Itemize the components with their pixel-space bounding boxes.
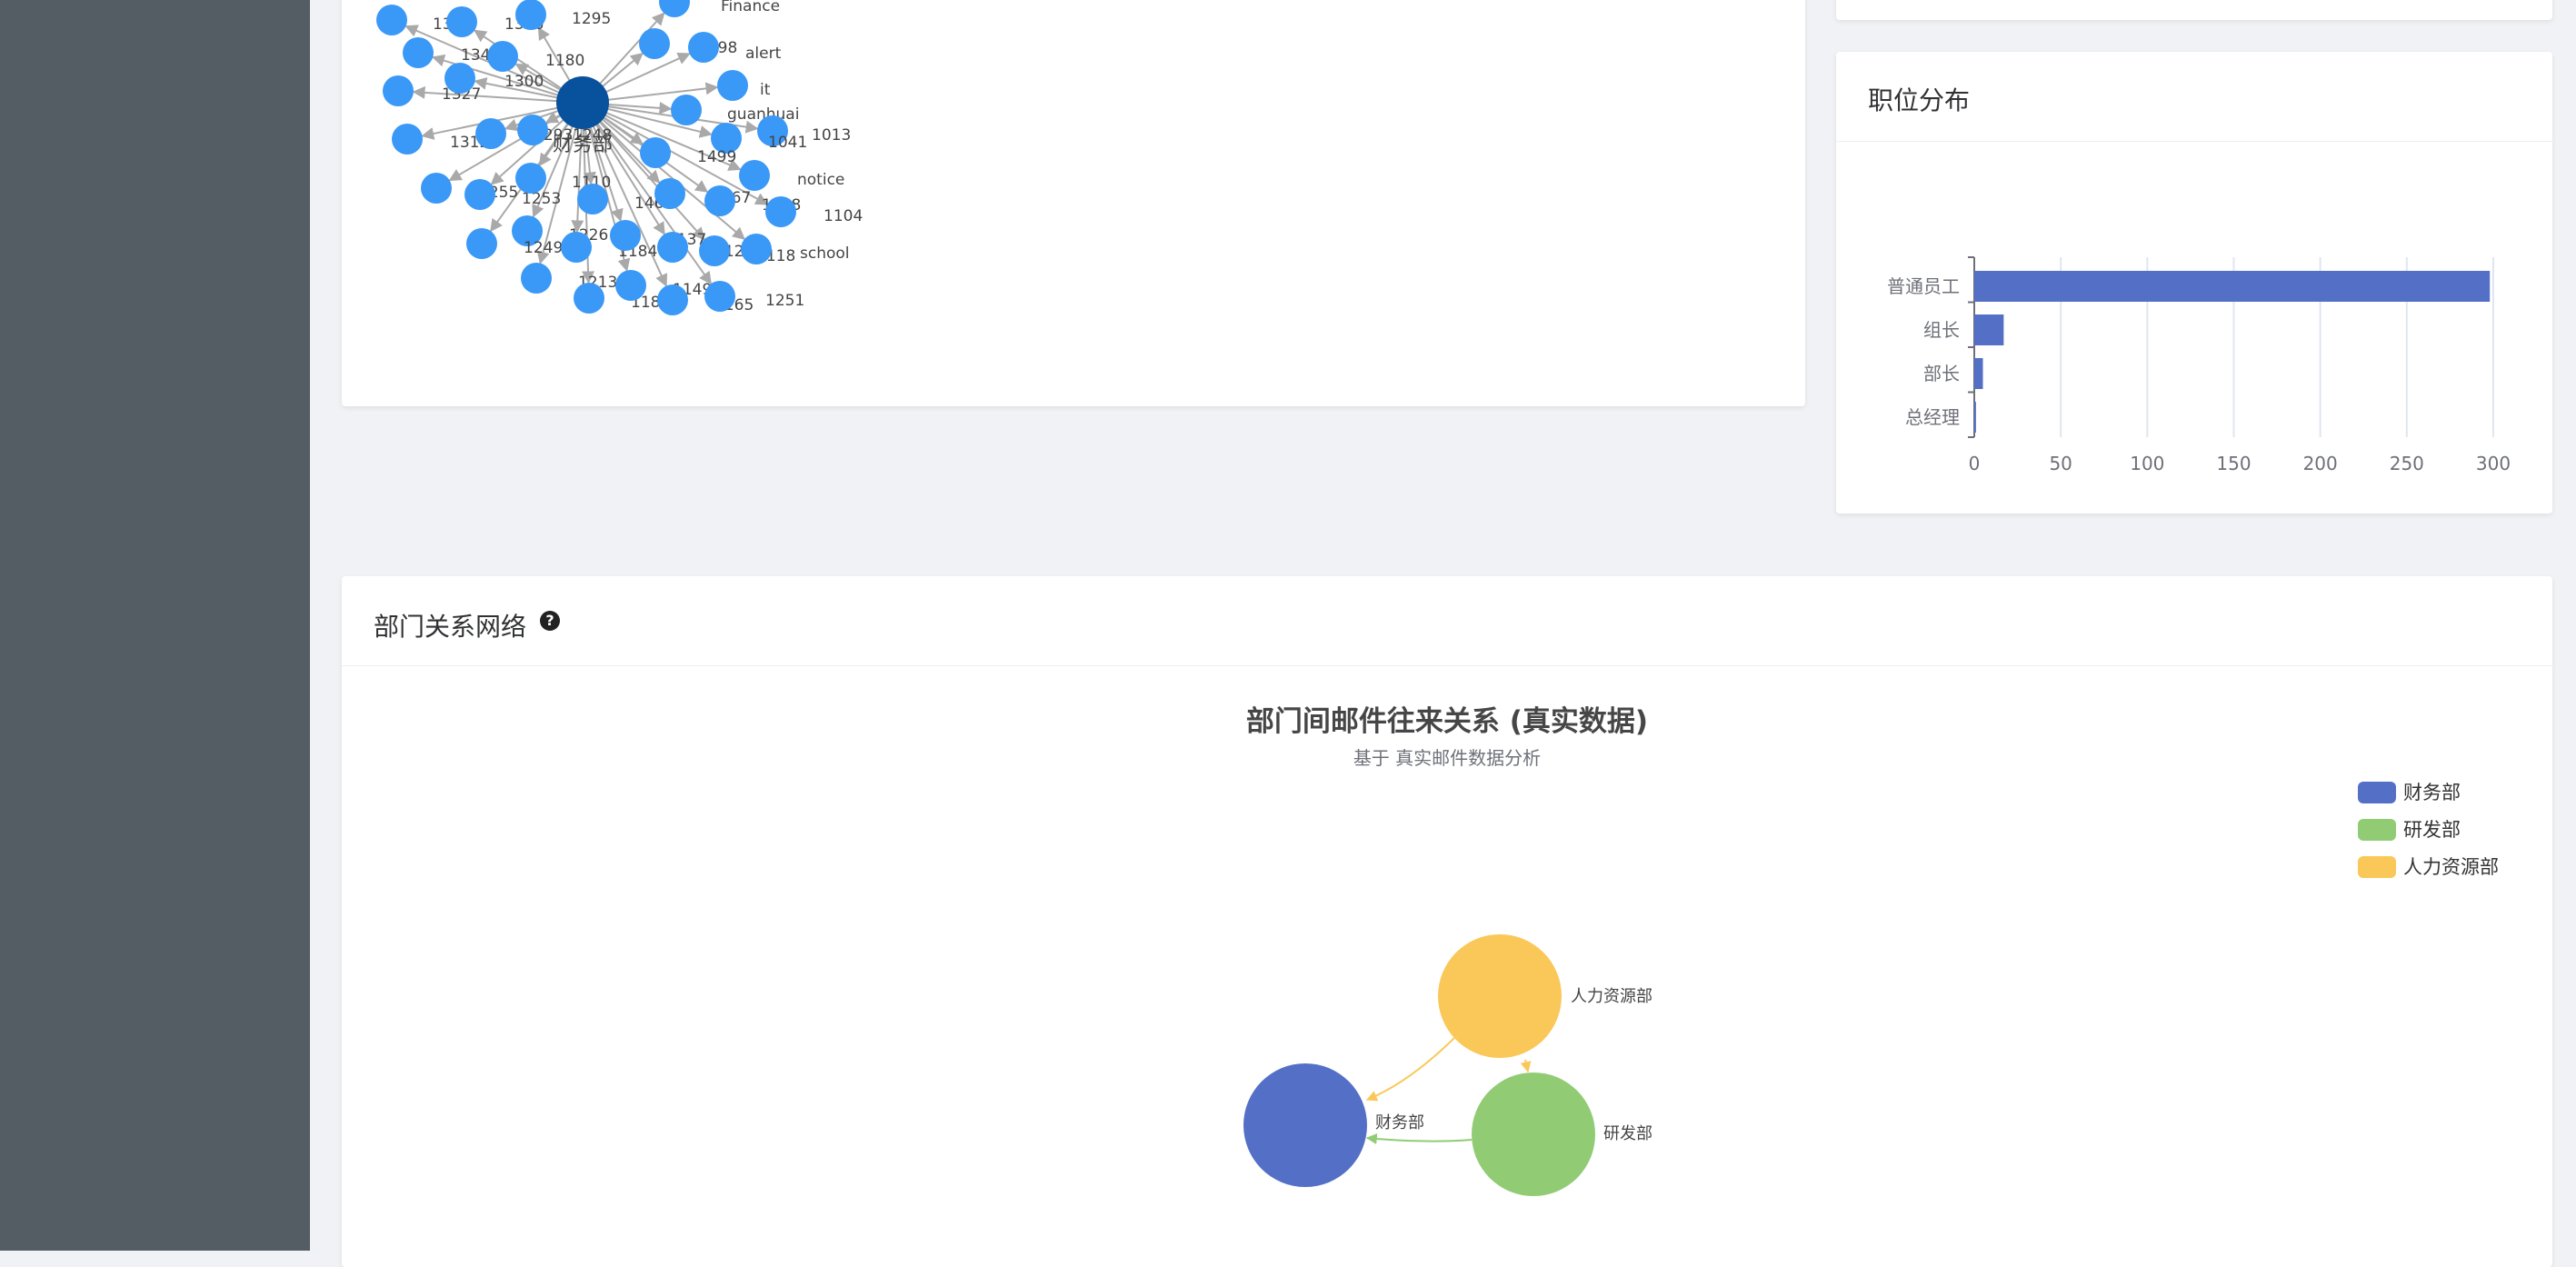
graph-node — [521, 263, 552, 294]
graph-node — [475, 118, 506, 149]
graph-node — [577, 184, 608, 214]
graph-node — [639, 28, 670, 59]
graph-node — [657, 284, 688, 315]
graph-node — [403, 37, 434, 68]
graph-node — [515, 163, 546, 194]
graph-node — [464, 179, 495, 210]
position-distribution-card: 职位分布 0 50 100 150 200 250 300 普通员工 组长 部长 总经理 — [1836, 52, 2552, 514]
department-graph[interactable]: 人力资源部财务部研发部 — [342, 576, 2552, 1267]
center-node-label: 财务部 — [553, 134, 613, 156]
x-tick-label: 50 — [2049, 453, 2072, 474]
graph-node — [704, 281, 735, 312]
node-label: school — [800, 244, 850, 263]
department-node-label: 研发部 — [1603, 1124, 1652, 1143]
department-node — [1438, 934, 1562, 1058]
position-bar-chart: 0 50 100 150 200 250 300 普通员工组长部长总经理 — [1887, 256, 2511, 474]
center-node — [556, 76, 609, 129]
graph-node — [383, 75, 414, 106]
node-label: alert — [745, 45, 782, 63]
x-tick-label: 200 — [2303, 453, 2338, 474]
graph-node — [615, 270, 646, 301]
edge-rnd-to-finance — [1365, 1133, 1473, 1144]
ego-network-graph[interactable]: 134713461295Finance134211801498alert1327… — [342, 0, 1805, 406]
bar — [1974, 358, 1983, 389]
graph-node — [671, 95, 702, 125]
edge-hr-to-finance — [1365, 1037, 1455, 1102]
department-node — [1472, 1072, 1595, 1196]
graph-node — [654, 178, 685, 209]
graph-node — [610, 220, 641, 251]
department-node-label: 财务部 — [1375, 1113, 1424, 1132]
node-label: 1013 — [812, 126, 851, 145]
graph-node — [717, 70, 748, 101]
graph-node — [574, 283, 604, 314]
node-label: notice — [797, 171, 844, 189]
graph-node — [657, 232, 688, 263]
bar — [1974, 271, 2491, 302]
graph-node — [688, 32, 719, 63]
graph-node — [517, 115, 548, 145]
y-tick-label: 普通员工 — [1887, 275, 1960, 297]
graph-node — [739, 160, 770, 191]
x-tick-label: 150 — [2216, 453, 2251, 474]
bar — [1974, 314, 2004, 345]
y-tick-label: 总经理 — [1905, 406, 1960, 428]
node-label: 1295 — [572, 10, 611, 28]
node-label: it — [760, 81, 771, 99]
sidebar — [0, 0, 310, 1251]
graph-node — [376, 5, 407, 35]
node-label: Finance — [721, 0, 780, 15]
y-tick-label: 组长 — [1923, 319, 1960, 341]
graph-node — [466, 228, 497, 259]
top-right-card — [1836, 0, 2552, 20]
node-label: 1104 — [824, 207, 863, 225]
graph-node — [640, 137, 671, 168]
department-node — [1243, 1063, 1367, 1187]
x-tick-label: 300 — [2476, 453, 2511, 474]
graph-node — [487, 41, 518, 72]
department-network-card: 部门关系网络 ? 部门间邮件往来关系 (真实数据) 基于 真实邮件数据分析 财务… — [342, 576, 2552, 1267]
graph-node — [704, 185, 735, 216]
y-tick-label: 部长 — [1923, 363, 1960, 384]
graph-node — [421, 173, 452, 204]
x-tick-label: 100 — [2130, 453, 2164, 474]
graph-node — [741, 234, 772, 264]
department-node-label: 人力资源部 — [1571, 987, 1652, 1006]
x-tick-label: 0 — [1969, 453, 1981, 474]
node-label: 1300 — [504, 73, 544, 91]
graph-node — [765, 196, 796, 227]
graph-node — [446, 6, 477, 37]
graph-node — [444, 63, 475, 94]
node-label: 1249 — [524, 239, 563, 257]
graph-node — [392, 124, 423, 155]
graph-node — [561, 232, 592, 263]
graph-node — [699, 235, 730, 266]
node-label: 1499 — [697, 148, 736, 166]
node-label: 1041 — [768, 134, 807, 152]
x-tick-label: 250 — [2390, 453, 2424, 474]
graph-node — [515, 0, 546, 30]
bar — [1974, 402, 1976, 433]
node-label: 1251 — [765, 292, 804, 310]
edge-hr-to-rnd — [1520, 1059, 1532, 1073]
node-label: 1180 — [545, 52, 584, 70]
ego-network-card: 134713461295Finance134211801498alert1327… — [342, 0, 1805, 406]
